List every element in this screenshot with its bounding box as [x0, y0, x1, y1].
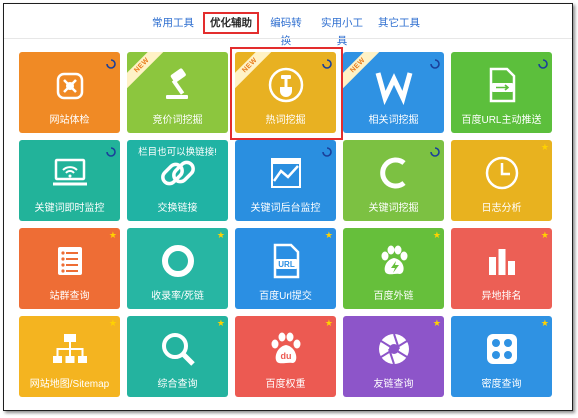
tile-site-checkup[interactable]: 网站体检 — [19, 52, 120, 133]
star-icon: ★ — [108, 318, 117, 328]
refresh-icon — [538, 56, 548, 69]
tile-density-query[interactable]: ★ 密度查询 — [451, 316, 552, 397]
tile-label: 网站地图/Sitemap — [29, 379, 110, 390]
star-icon: ★ — [540, 318, 549, 328]
tile-exchange-links[interactable]: 栏目也可以换链接! 交换链接 — [127, 140, 228, 221]
tile-baidu-backlinks[interactable]: ★ 百度外链 — [343, 228, 444, 309]
refresh-icon — [106, 56, 116, 69]
paw-bolt-icon — [374, 241, 414, 281]
tab-divider — [4, 38, 572, 39]
star-icon: ★ — [216, 230, 225, 240]
svg-text:du: du — [280, 351, 291, 361]
tile-label: 关键词挖掘 — [368, 203, 419, 214]
medkit-icon — [50, 65, 90, 105]
sitemap-icon — [50, 329, 90, 369]
star-icon: ★ — [432, 230, 441, 240]
refresh-icon — [322, 144, 332, 157]
tile-bid-keyword[interactable]: NEW 竞价词挖掘 — [127, 52, 228, 133]
tile-label: 综合查询 — [157, 379, 198, 390]
tile-keyword-realtime-monitor[interactable]: 关键词即时监控 — [19, 140, 120, 221]
tile-related-keyword[interactable]: NEW 相关词挖掘 — [343, 52, 444, 133]
svg-text:URL: URL — [278, 260, 295, 269]
refresh-icon — [106, 144, 116, 157]
tab-seo-helper[interactable]: 优化辅助 — [203, 12, 259, 34]
bars-icon — [482, 241, 522, 281]
tab-common-tools[interactable]: 常用工具 — [150, 14, 196, 32]
refresh-icon — [430, 56, 440, 69]
tile-label: 百度外链 — [373, 291, 414, 302]
dots-grid-icon — [482, 329, 522, 369]
tile-label: 关键词后台监控 — [250, 203, 321, 214]
tile-label: 百度URL主动推送 — [461, 115, 542, 126]
gavel-icon — [158, 65, 198, 105]
tile-baidu-url-push[interactable]: 百度URL主动推送 — [451, 52, 552, 133]
star-icon: ★ — [540, 230, 549, 240]
tile-keyword-mining[interactable]: 关键词挖掘 — [343, 140, 444, 221]
tile-regional-ranking[interactable]: ★ 异地排名 — [451, 228, 552, 309]
tile-site-group-query[interactable]: ★ 站群查询 — [19, 228, 120, 309]
tile-label: 百度权重 — [265, 379, 306, 390]
star-icon: ★ — [216, 318, 225, 328]
refresh-icon — [430, 144, 440, 157]
tile-baidu-url-submit[interactable]: URL ★ 百度Url提交 — [235, 228, 336, 309]
tile-log-analysis[interactable]: ★ 日志分析 — [451, 140, 552, 221]
chain-link-icon — [158, 153, 198, 193]
clock-icon — [482, 153, 522, 193]
star-icon: ★ — [108, 230, 117, 240]
tab-encoding[interactable]: 编码转换 — [266, 14, 306, 47]
selection-highlight — [230, 47, 343, 140]
tile-baidu-weight[interactable]: du ★ 百度权重 — [235, 316, 336, 397]
baidu-paw-icon: du — [266, 329, 306, 369]
tile-label: 交换链接 — [157, 203, 198, 214]
tile-label: 关键词即时监控 — [34, 203, 105, 214]
tile-index-rate-deadlink[interactable]: ★ 收录率/死链 — [127, 228, 228, 309]
tab-other-tools[interactable]: 其它工具 — [376, 14, 422, 32]
tile-keyword-backend-monitor[interactable]: 关键词后台监控 — [235, 140, 336, 221]
tile-label: 日志分析 — [481, 203, 522, 214]
tile-label: 异地排名 — [481, 291, 522, 302]
list-icon — [50, 241, 90, 281]
magnifier-icon — [158, 329, 198, 369]
tile-label: 站群查询 — [49, 291, 90, 302]
w-letter-icon — [374, 65, 414, 105]
tile-sitemap[interactable]: ★ 网站地图/Sitemap — [19, 316, 120, 397]
monitor-wifi-icon — [50, 153, 90, 193]
tile-label: 百度Url提交 — [259, 291, 312, 302]
tile-label: 竞价词挖掘 — [152, 115, 203, 126]
c-letter-icon — [374, 153, 414, 193]
tile-label: 密度查询 — [481, 379, 522, 390]
tile-label: 收录率/死链 — [151, 291, 204, 302]
tab-bar: 常用工具 优化辅助 编码转换 实用小工具 其它工具 — [4, 10, 572, 47]
tile-friend-link-query[interactable]: ★ 友链查询 — [343, 316, 444, 397]
tile-label: 友链查询 — [373, 379, 414, 390]
ring-icon — [158, 241, 198, 281]
tool-panel: 常用工具 优化辅助 编码转换 实用小工具 其它工具 网站体检 NEW 竞价词挖掘… — [3, 3, 573, 411]
chart-map-icon — [266, 153, 306, 193]
tab-utilities[interactable]: 实用小工具 — [316, 14, 368, 47]
tile-comprehensive-query[interactable]: ★ 综合查询 — [127, 316, 228, 397]
url-file-icon: URL — [266, 241, 306, 281]
star-icon: ★ — [324, 230, 333, 240]
tile-label: 相关词挖掘 — [368, 115, 419, 126]
aperture-icon — [374, 329, 414, 369]
url-push-icon — [482, 65, 522, 105]
star-icon: ★ — [540, 142, 549, 152]
star-icon: ★ — [432, 318, 441, 328]
star-icon: ★ — [324, 318, 333, 328]
tile-label: 网站体检 — [49, 115, 90, 126]
